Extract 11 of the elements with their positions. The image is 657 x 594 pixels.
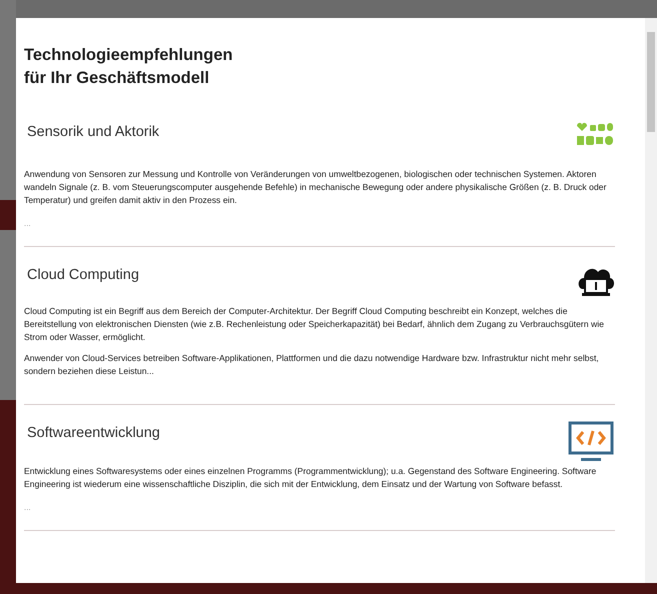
section-description: Entwicklung eines Softwaresystems oder eines einzelnen Programms (Programmentwicklung); u.a. Gegenstand des Software Engineering. Software Engineering ist wiederum eine wissenschaftliche Disziplin, die sich mit der Entwicklung, dem Einsatz und der Wartung von Software befasst.	[24, 465, 598, 491]
section-heading: Softwareentwicklung	[27, 425, 160, 441]
section-description: Anwender von Cloud-Services betreiben Software-Applikationen, Plattformen und die dazu notwendige Hardware bzw. Infrastruktur nicht mehr selbst, sondern beziehen diese Leistun...	[24, 352, 600, 378]
section-heading: Sensorik und Aktorik	[27, 124, 160, 140]
more-indicator: ...	[24, 219, 32, 228]
dialog-title: Technologieempfehlungen für Ihr Geschäftsmodell	[24, 45, 234, 89]
scrollbar[interactable]	[645, 18, 657, 583]
section-description: Cloud Computing ist ein Begriff aus dem Bereich der Computer-Architektur. Der Begriff Cloud Computing beschreibt ein Konzept, welches die Bereitstellung von elektronischen Diensten (wie z.B. Rechenleistung oder Speicherkapazität) bei Bedarf, ähnlich dem Zugang zu Verbrauchsgütern wie Strom oder Wasser, ermöglicht.	[24, 305, 605, 344]
section-heading: Cloud Computing	[27, 267, 140, 283]
section-description: Anwendung von Sensoren zur Messung und Kontrolle von Veränderungen von umweltbezogenen, biologischen oder technischen Systemen. Aktoren wandeln Signale (z. B. vom Steuerungscomputer ausgehende Befehle) in mechanische Bewegung oder andere physikalische Größen (z. B. Druck oder Temperatur) und greifen damit aktiv in den Prozess ein.	[24, 168, 608, 207]
more-indicator: ...	[24, 503, 32, 512]
